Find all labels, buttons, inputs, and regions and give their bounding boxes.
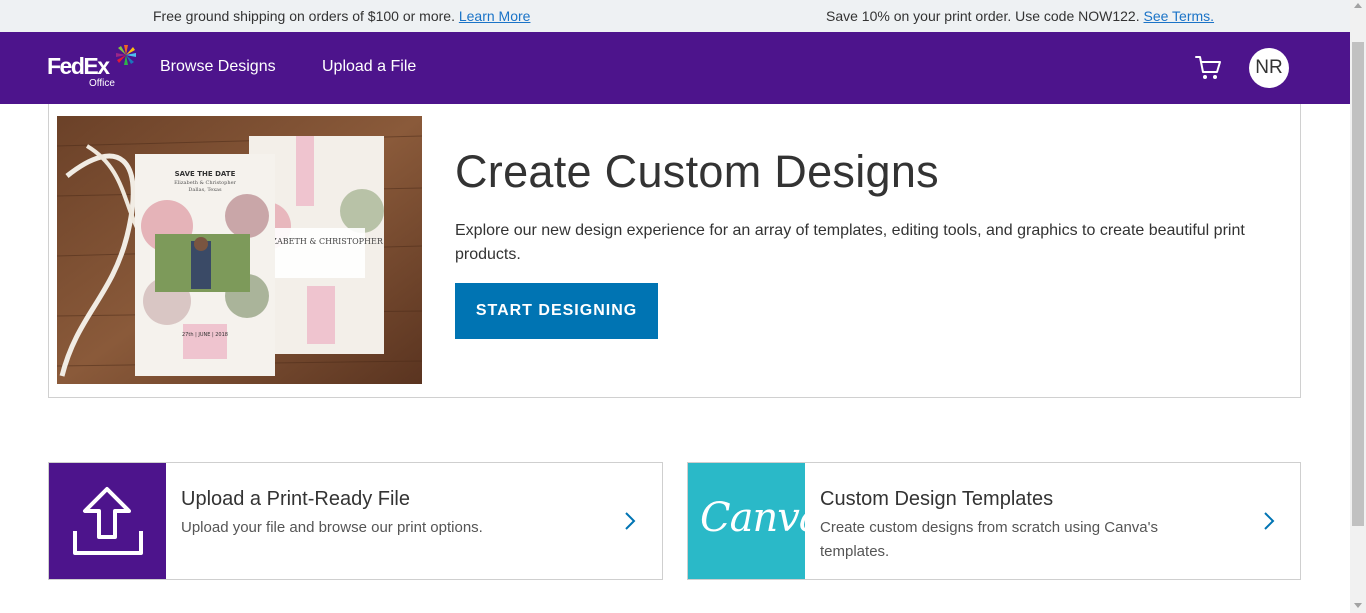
upload-card-description: Upload your file and browse our print op…: [181, 519, 483, 536]
upload-file-card[interactable]: Upload a Print-Ready File Upload your fi…: [48, 462, 663, 580]
nav-upload-file[interactable]: Upload a File: [322, 58, 416, 76]
image-card-right-names: ELIZABETH & CHRISTOPHER: [257, 237, 384, 246]
upload-tile: [49, 463, 166, 579]
scrollbar-thumb[interactable]: [1352, 42, 1364, 526]
hero-description: Explore our new design experience for an…: [455, 222, 1245, 263]
chevron-right-icon: [1264, 512, 1275, 530]
promo-discount-text: Save 10% on your print order. Use code N…: [826, 8, 1140, 24]
vertical-scrollbar[interactable]: [1350, 0, 1366, 613]
promo-bar: Free ground shipping on orders of $100 o…: [0, 0, 1350, 32]
promo-shipping-text: Free ground shipping on orders of $100 o…: [153, 8, 455, 24]
logo-subtext: Office: [89, 78, 115, 89]
site-header: FedEx Office Browse Designs Upload a Fil…: [0, 32, 1350, 104]
user-avatar[interactable]: NR: [1249, 48, 1289, 88]
promo-shipping: Free ground shipping on orders of $100 o…: [153, 8, 530, 24]
image-card-place: Dallas, Texas: [188, 187, 222, 193]
image-card-names: Elizabeth & Christopher: [174, 180, 236, 186]
canva-tile: Canva: [688, 463, 823, 579]
hero-image: ELIZABETH & CHRISTOPHER SAVE THE DATE El…: [57, 116, 422, 384]
custom-templates-card[interactable]: Canva Custom Design Templates Create cus…: [687, 462, 1301, 580]
templates-card-title: Custom Design Templates: [820, 488, 1054, 510]
cart-icon[interactable]: [1194, 54, 1222, 82]
image-card-date: 27th | JUNE | 2018: [182, 332, 228, 338]
learn-more-link[interactable]: Learn More: [459, 8, 531, 24]
start-designing-button[interactable]: START DESIGNING: [455, 283, 658, 339]
fedex-office-logo[interactable]: FedEx Office: [47, 44, 139, 90]
upload-card-title: Upload a Print-Ready File: [181, 488, 410, 510]
logo-text: FedEx: [47, 53, 110, 79]
wedding-invitation-photo: ELIZABETH & CHRISTOPHER SAVE THE DATE El…: [57, 116, 422, 384]
scroll-down-arrow-icon[interactable]: [1354, 603, 1362, 608]
logo-pinwheel-icon: [116, 45, 136, 65]
templates-card-description: Create custom designs from scratch using…: [820, 519, 1159, 560]
see-terms-link[interactable]: See Terms.: [1144, 8, 1215, 24]
nav-browse-designs[interactable]: Browse Designs: [160, 58, 276, 76]
hero-title: Create Custom Designs: [455, 146, 939, 197]
hero-card: ELIZABETH & CHRISTOPHER SAVE THE DATE El…: [48, 104, 1301, 398]
page: Free ground shipping on orders of $100 o…: [0, 0, 1366, 613]
promo-discount: Save 10% on your print order. Use code N…: [826, 8, 1214, 24]
image-card-heading: SAVE THE DATE: [175, 170, 236, 178]
chevron-right-icon: [625, 512, 636, 530]
scroll-up-arrow-icon[interactable]: [1354, 3, 1362, 8]
upload-icon: [73, 487, 143, 555]
canva-logo: Canva: [700, 495, 823, 541]
